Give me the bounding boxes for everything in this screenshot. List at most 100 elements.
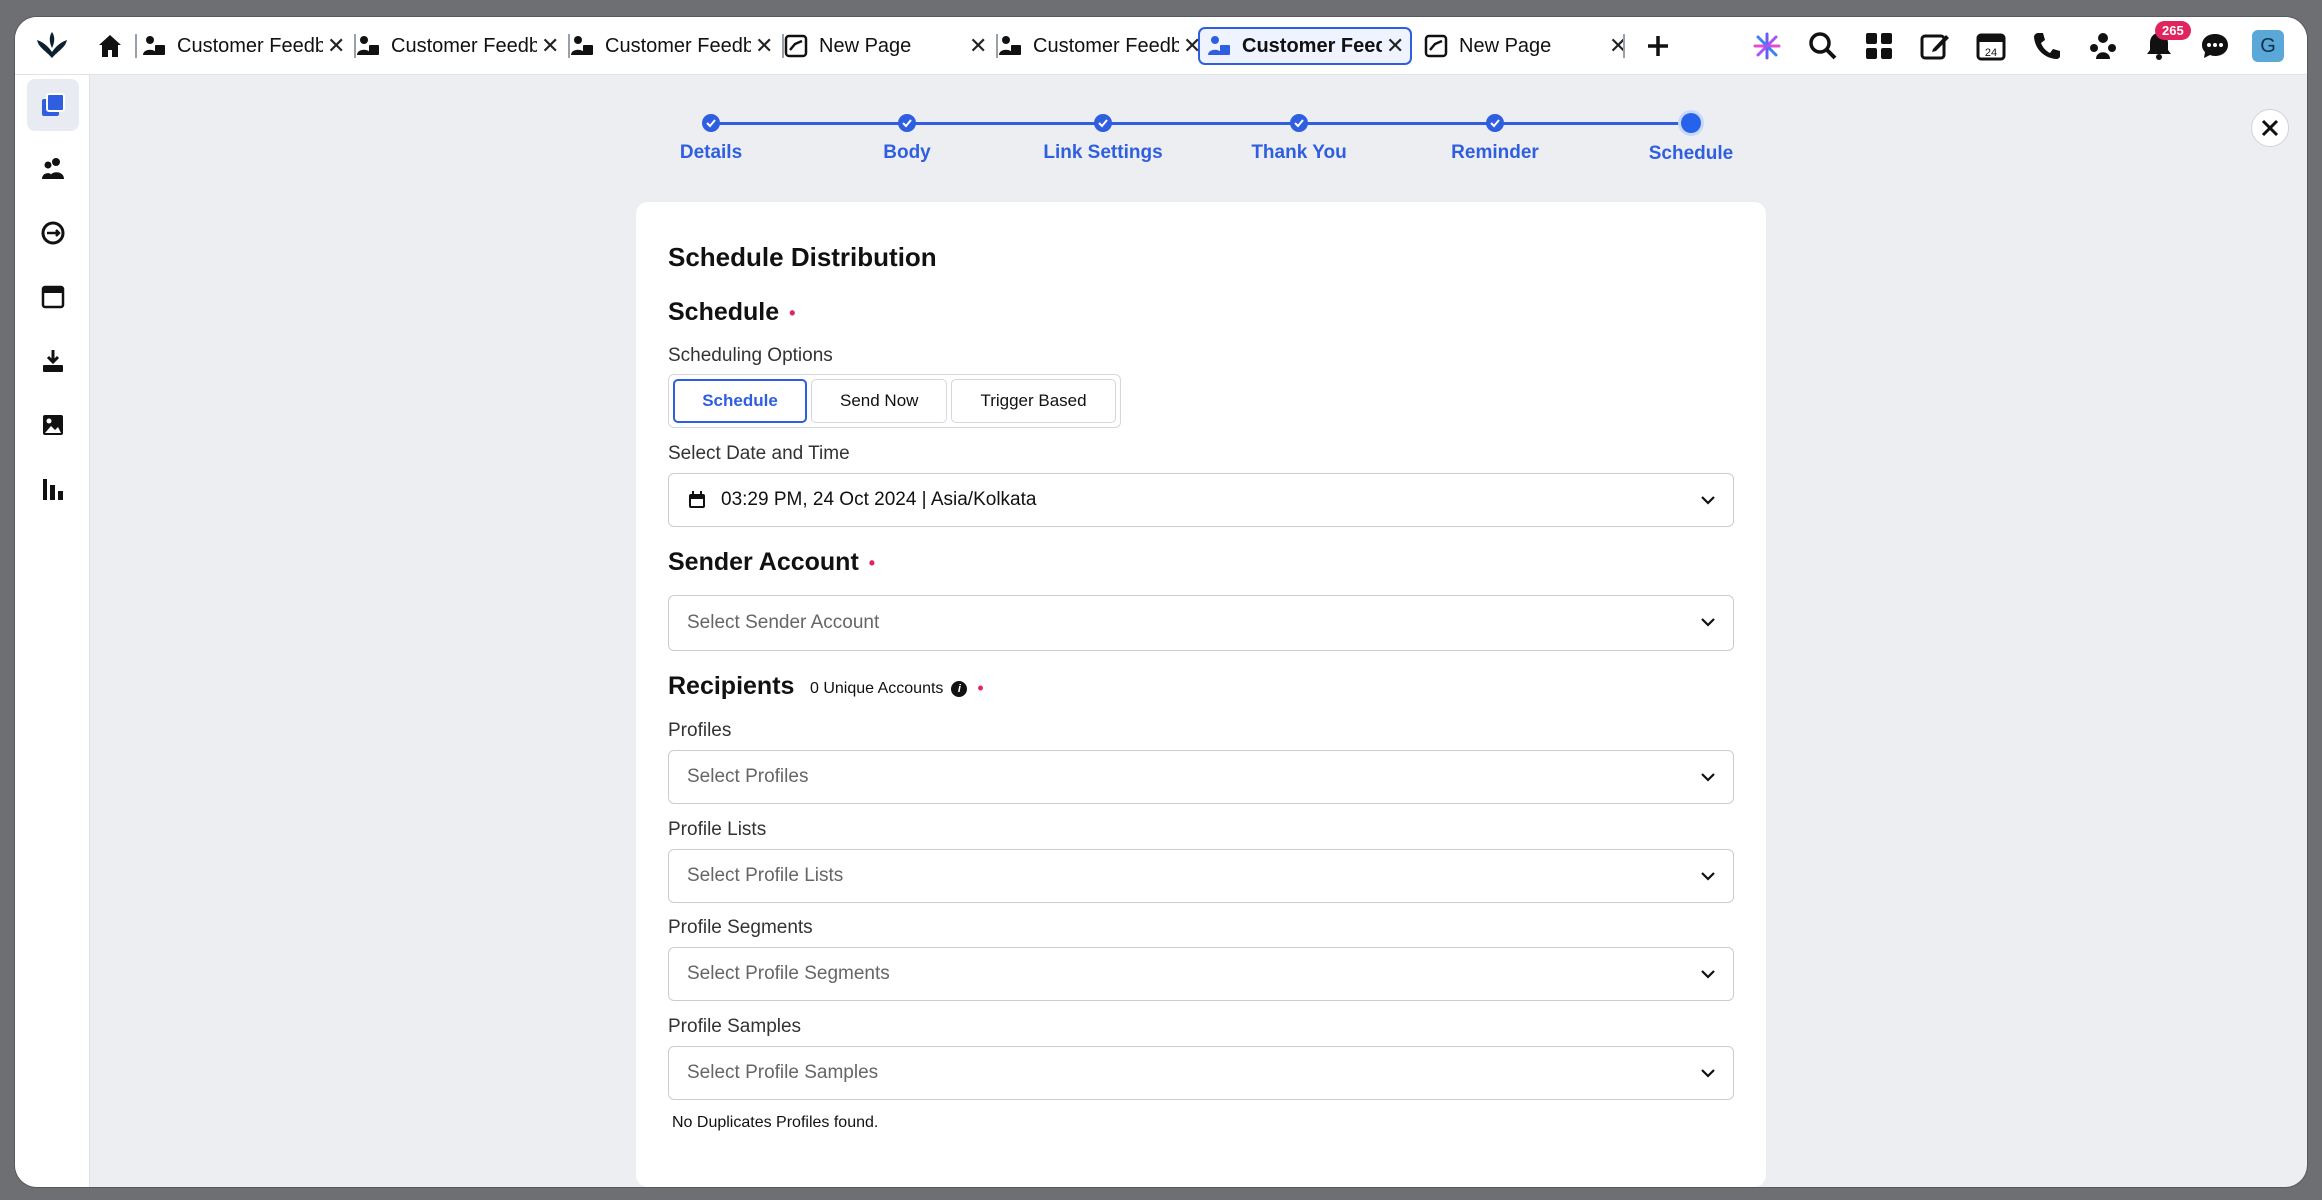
browser-window-icon	[41, 285, 65, 309]
tab-customer-feedback-1[interactable]: Customer Feedback ✕	[141, 27, 345, 65]
tab-customer-feedback-4[interactable]: Customer Feedback ✕	[997, 27, 1201, 65]
recipients-heading: Recipients	[668, 672, 794, 701]
bar-chart-icon	[43, 479, 63, 500]
calendar-icon[interactable]: 24	[1975, 30, 2007, 62]
tab-label: Customer Feedback	[177, 34, 323, 57]
option-send-now-button[interactable]: Send Now	[811, 379, 948, 423]
tab-new-page-1[interactable]: New Page ✕	[783, 27, 987, 65]
step-label: Link Settings	[1043, 142, 1163, 163]
tab-separator	[1623, 34, 1625, 58]
page-tab-icon	[1424, 34, 1448, 58]
profile-lists-label: Profile Lists	[668, 819, 767, 840]
profile-segments-placeholder: Select Profile Segments	[687, 963, 890, 984]
sidebar-item-reports[interactable]	[27, 463, 79, 515]
home-icon[interactable]	[95, 31, 125, 61]
required-marker: •	[789, 302, 796, 323]
tab-label: Customer Feedback	[1242, 34, 1382, 57]
schedule-distribution-card: Schedule Distribution Schedule • Scheduli…	[636, 202, 1766, 1187]
current-step-dot	[1681, 113, 1701, 133]
profile-segments-label: Profile Segments	[668, 917, 813, 938]
person-tab-icon	[571, 36, 593, 55]
chevron-down-icon	[1701, 496, 1715, 505]
calendar-icon	[689, 491, 705, 508]
refresh-cycle-icon	[41, 221, 65, 245]
option-schedule-button[interactable]: Schedule	[673, 379, 807, 423]
app-logo-icon[interactable]	[35, 30, 69, 60]
compose-edit-icon[interactable]	[1919, 30, 1951, 62]
sender-account-heading-text: Sender Account	[668, 548, 859, 576]
profile-lists-placeholder: Select Profile Lists	[687, 865, 844, 886]
top-tab-bar: Customer Feedback ✕ Customer Feedback ✕ …	[15, 17, 2307, 75]
svg-text:24: 24	[1985, 47, 1997, 59]
step-schedule[interactable]: Schedule	[1591, 109, 1791, 165]
schedule-heading-text: Schedule	[668, 298, 780, 326]
image-gallery-icon	[43, 415, 63, 435]
schedule-heading: Schedule •	[668, 298, 795, 327]
close-icon[interactable]: ✕	[755, 33, 773, 59]
step-label: Details	[679, 142, 743, 163]
chat-bubble-icon[interactable]	[2199, 30, 2231, 62]
close-icon[interactable]: ✕	[1386, 33, 1404, 59]
check-icon	[702, 114, 720, 132]
check-icon	[898, 114, 916, 132]
person-tab-icon	[357, 36, 379, 55]
info-icon[interactable]: i	[951, 680, 968, 697]
community-icon[interactable]	[2087, 30, 2119, 62]
new-tab-plus-icon[interactable]	[1643, 31, 1673, 61]
profile-samples-label: Profile Samples	[668, 1016, 802, 1037]
tab-label: New Page	[1459, 34, 1552, 57]
step-label: Body	[883, 142, 931, 163]
datetime-label: Select Date and Time	[668, 443, 850, 464]
required-marker: •	[868, 552, 876, 573]
sender-account-heading: Sender Account •	[668, 548, 875, 577]
scheduling-options-group: Schedule Send Now Trigger Based	[668, 374, 1121, 428]
step-thank-you[interactable]: Thank You	[1199, 109, 1399, 164]
ai-sparkle-icon[interactable]	[1751, 30, 1783, 62]
datetime-picker[interactable]: 03:29 PM, 24 Oct 2024 | Asia/Kolkata	[668, 473, 1734, 527]
close-icon[interactable]: ✕	[969, 33, 987, 59]
datetime-value: 03:29 PM, 24 Oct 2024 | Asia/Kolkata	[721, 489, 1037, 510]
step-link-settings[interactable]: Link Settings	[1003, 109, 1203, 164]
step-body[interactable]: Body	[807, 109, 1007, 164]
required-marker: •	[977, 678, 984, 698]
close-icon[interactable]: ✕	[541, 33, 559, 59]
step-reminder[interactable]: Reminder	[1395, 109, 1595, 164]
tab-customer-feedback-2[interactable]: Customer Feedback ✕	[355, 27, 559, 65]
profile-lists-select[interactable]: Select Profile Lists	[668, 849, 1734, 903]
close-icon[interactable]: ✕	[327, 33, 345, 59]
user-avatar[interactable]: G	[2252, 30, 2284, 62]
sidebar-item-feedback[interactable]	[27, 207, 79, 259]
unique-accounts-text: 0 Unique Accounts	[810, 679, 944, 697]
profile-samples-select[interactable]: Select Profile Samples	[668, 1046, 1734, 1100]
left-sidebar	[15, 75, 90, 1187]
tab-new-page-2[interactable]: New Page ✕	[1423, 27, 1627, 65]
phone-icon[interactable]	[2031, 30, 2063, 62]
download-tray-icon	[43, 350, 63, 372]
apps-grid-icon[interactable]	[1863, 30, 1895, 62]
tab-customer-feedback-active[interactable]: Customer Feedback ✕	[1198, 27, 1412, 65]
step-label: Schedule	[1648, 143, 1734, 164]
sidebar-item-downloads[interactable]	[27, 335, 79, 387]
person-tab-icon	[999, 36, 1021, 55]
tab-customer-feedback-3[interactable]: Customer Feedback ✕	[569, 27, 773, 65]
step-details[interactable]: Details	[611, 109, 811, 164]
profile-segments-select[interactable]: Select Profile Segments	[668, 947, 1734, 1001]
tab-separator	[135, 34, 137, 58]
recipients-heading-text: Recipients	[668, 672, 795, 700]
tab-label: Customer Feedback	[391, 34, 537, 57]
app-window: Customer Feedback ✕ Customer Feedback ✕ …	[15, 17, 2307, 1187]
tab-label: Customer Feedback	[605, 34, 751, 57]
search-icon[interactable]	[1807, 30, 1839, 62]
chevron-down-icon	[1701, 970, 1715, 979]
sidebar-item-gallery[interactable]	[27, 399, 79, 451]
unique-accounts-count: 0 Unique Accounts i •	[810, 678, 984, 699]
sender-account-select[interactable]: Select Sender Account	[668, 595, 1734, 651]
option-trigger-based-button[interactable]: Trigger Based	[951, 379, 1116, 423]
page-title: Schedule Distribution	[668, 242, 937, 272]
step-label: Reminder	[1451, 142, 1539, 163]
sidebar-item-layouts[interactable]	[27, 271, 79, 323]
profiles-select[interactable]: Select Profiles	[668, 750, 1734, 804]
tab-label: Customer Feedback	[1033, 34, 1179, 57]
wizard-stepper: Details Body Link Settings Thank You Rem…	[15, 109, 2307, 169]
check-icon	[1486, 114, 1504, 132]
